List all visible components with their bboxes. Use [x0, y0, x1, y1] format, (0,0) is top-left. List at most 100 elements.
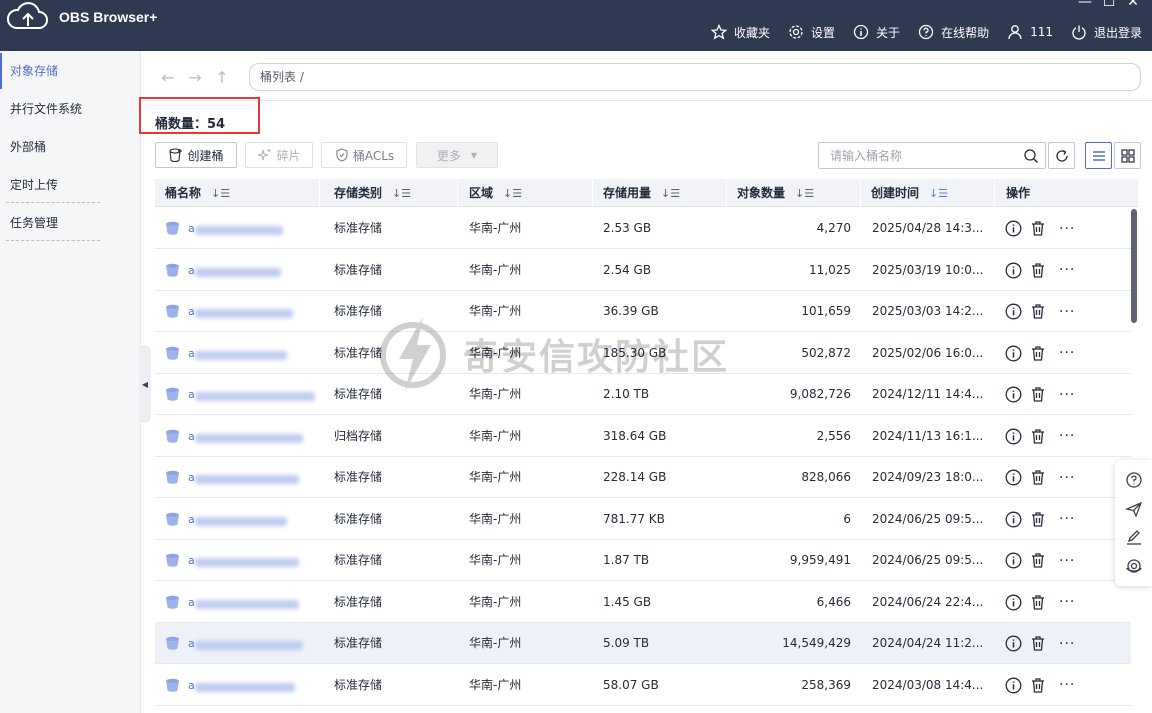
table-row[interactable]: a 标准存储 华南-广州 781.77 KB 6 2024/06/25 09:5... ··… — [155, 499, 1131, 540]
more-actions-icon[interactable]: ··· — [1059, 429, 1075, 443]
info-icon[interactable] — [1005, 635, 1022, 652]
trash-icon[interactable] — [1030, 635, 1046, 652]
info-icon[interactable] — [1005, 262, 1022, 279]
table-row[interactable]: a 标准存储 华南-广州 58.07 GB 258,369 2024/03/08 14:4… — [155, 665, 1131, 706]
info-icon[interactable] — [1005, 469, 1022, 486]
trash-icon[interactable] — [1030, 428, 1046, 445]
table-row[interactable]: a 标准存储 华南-广州 5.09 TB 14,549,429 2024/04/24 11… — [155, 623, 1131, 664]
bucket-name-link[interactable]: a — [188, 623, 195, 664]
more-actions-icon[interactable]: ··· — [1059, 678, 1075, 692]
column-header-storage-class[interactable]: 存储类别 ↓☰ — [324, 179, 458, 207]
trash-icon[interactable] — [1030, 594, 1046, 611]
list-view-button[interactable] — [1085, 142, 1112, 169]
user-button[interactable]: 111 — [1007, 24, 1053, 40]
sidebar-item-external-bucket[interactable]: 外部桶 — [0, 129, 141, 165]
breadcrumb[interactable]: 桶列表 / — [249, 63, 1141, 91]
more-actions-icon[interactable]: ··· — [1059, 637, 1075, 651]
more-actions-icon[interactable]: ··· — [1059, 471, 1075, 485]
column-header-object-count[interactable]: 对象数量 ↓☰ — [727, 179, 861, 207]
column-header-storage-usage[interactable]: 存储用量 ↓☰ — [593, 179, 727, 207]
bucket-name-link[interactable]: a — [188, 499, 195, 540]
minimize-icon[interactable]: — — [1078, 0, 1092, 9]
about-button[interactable]: 关于 — [853, 24, 900, 41]
trash-icon[interactable] — [1030, 677, 1046, 694]
more-actions-icon[interactable]: ··· — [1059, 346, 1075, 360]
column-header-region[interactable]: 区域 ↓☰ — [459, 179, 593, 207]
more-actions-icon[interactable]: ··· — [1059, 305, 1075, 319]
bucket-name-link[interactable]: a — [188, 208, 195, 249]
close-icon[interactable]: ✕ — [1126, 0, 1140, 9]
bucket-name-link[interactable]: a — [188, 291, 195, 332]
sort-icon[interactable]: ↓☰ — [503, 187, 522, 200]
help-circle-icon[interactable] — [1125, 471, 1143, 489]
bucket-name-link[interactable]: a — [188, 416, 195, 457]
fragments-button[interactable]: 碎片 — [245, 142, 313, 168]
table-row[interactable]: a 归档存储 华南-广州 318.64 GB 2,556 2024/11/13 16:1.… — [155, 416, 1131, 457]
bucket-name-link[interactable]: a — [188, 665, 195, 706]
info-icon[interactable] — [1005, 345, 1022, 362]
bucket-search-input[interactable] — [819, 143, 1009, 168]
logout-button[interactable]: 退出登录 — [1071, 24, 1142, 41]
trash-icon[interactable] — [1030, 262, 1046, 279]
trash-icon[interactable] — [1030, 469, 1046, 486]
table-row[interactable]: a 标准存储 华南-广州 2.54 GB 11,025 2025/03/19 10:0..… — [155, 250, 1131, 291]
bucket-name-link[interactable]: a — [188, 582, 195, 623]
trash-icon[interactable] — [1030, 303, 1046, 320]
more-actions-icon[interactable]: ··· — [1059, 554, 1075, 568]
table-row[interactable]: a 标准存储 华南-广州 1.87 TB 9,959,491 2024/06/25 09:… — [155, 540, 1131, 581]
send-icon[interactable] — [1124, 500, 1143, 518]
edit-icon[interactable] — [1125, 528, 1143, 546]
table-row[interactable]: a 标准存储 华南-广州 1.45 GB 6,466 2024/06/24 22:4...… — [155, 582, 1131, 623]
info-icon[interactable] — [1005, 386, 1022, 403]
trash-icon[interactable] — [1030, 345, 1046, 362]
sort-icon[interactable]: ↓☰ — [661, 187, 680, 200]
info-icon[interactable] — [1005, 594, 1022, 611]
support-icon[interactable] — [1125, 557, 1143, 575]
favorites-button[interactable]: 收藏夹 — [711, 24, 770, 41]
info-icon[interactable] — [1005, 677, 1022, 694]
table-row[interactable]: a 标准存储 华南-广州 228.14 GB 828,066 2024/09/23 18:… — [155, 457, 1131, 498]
table-row[interactable]: a 标准存储 华南-广州 36.39 GB 101,659 2025/03/03 14:2… — [155, 291, 1131, 332]
sidebar-collapse-handle[interactable]: ◀ — [139, 345, 151, 423]
grid-view-button[interactable] — [1114, 142, 1141, 169]
sidebar-item-object-storage[interactable]: 对象存储 — [0, 53, 141, 89]
search-icon[interactable] — [1023, 148, 1039, 164]
online-help-button[interactable]: 在线帮助 — [918, 24, 989, 41]
table-scrollbar[interactable] — [1131, 209, 1137, 323]
bucket-name-link[interactable]: a — [188, 457, 195, 498]
info-icon[interactable] — [1005, 511, 1022, 528]
bucket-name-link[interactable]: a — [188, 333, 195, 374]
more-actions-icon[interactable]: ··· — [1059, 595, 1075, 609]
back-arrow-icon[interactable]: ← — [160, 68, 176, 87]
more-actions-icon[interactable]: ··· — [1059, 388, 1075, 402]
bucket-acls-button[interactable]: 桶ACLs — [321, 142, 407, 168]
trash-icon[interactable] — [1030, 552, 1046, 569]
trash-icon[interactable] — [1030, 220, 1046, 237]
sort-icon[interactable]: ↓☰ — [392, 187, 411, 200]
table-row[interactable]: a 标准存储 华南-广州 185.30 GB 502,872 2025/02/06 16:… — [155, 333, 1131, 374]
info-icon[interactable] — [1005, 428, 1022, 445]
sidebar-item-scheduled-upload[interactable]: 定时上传 — [0, 167, 141, 203]
sidebar-item-parallel-fs[interactable]: 并行文件系统 — [0, 91, 141, 127]
more-actions-icon[interactable]: ··· — [1059, 263, 1075, 277]
bucket-name-link[interactable]: a — [188, 374, 195, 415]
trash-icon[interactable] — [1030, 386, 1046, 403]
more-dropdown[interactable]: 更多 ▼ — [416, 142, 498, 168]
bucket-name-link[interactable]: a — [188, 540, 195, 581]
trash-icon[interactable] — [1030, 511, 1046, 528]
info-icon[interactable] — [1005, 303, 1022, 320]
sidebar-item-task-management[interactable]: 任务管理 — [0, 205, 141, 241]
column-header-bucket-name[interactable]: 桶名称 ↓☰ — [155, 179, 320, 207]
refresh-button[interactable] — [1048, 142, 1075, 169]
up-arrow-icon[interactable]: ↑ — [214, 68, 230, 87]
column-header-created-time[interactable]: 创建时间 ↓☰ — [861, 179, 995, 207]
more-actions-icon[interactable]: ··· — [1059, 512, 1075, 526]
bucket-name-link[interactable]: a — [188, 250, 195, 291]
maximize-icon[interactable]: ☐ — [1102, 0, 1116, 9]
sort-active-icon[interactable]: ↓☰ — [929, 187, 948, 200]
forward-arrow-icon[interactable]: → — [187, 68, 203, 87]
info-icon[interactable] — [1005, 220, 1022, 237]
more-actions-icon[interactable]: ··· — [1059, 222, 1075, 236]
settings-button[interactable]: 设置 — [788, 24, 835, 41]
table-row[interactable]: a 标准存储 华南-广州 2.10 TB 9,082,726 2024/12/11 14:… — [155, 374, 1131, 415]
